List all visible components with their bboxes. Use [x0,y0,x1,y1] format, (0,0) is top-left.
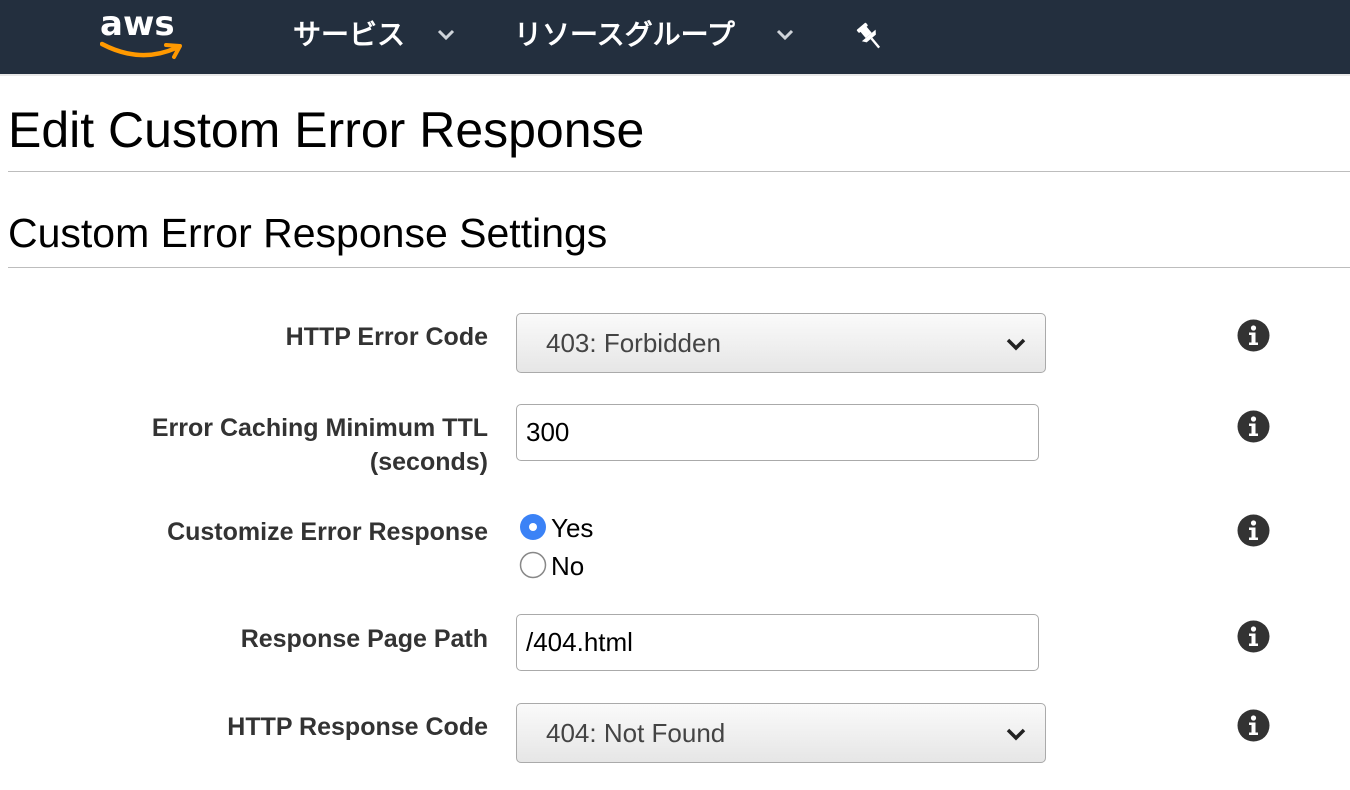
http-error-code-select[interactable]: 403: Forbidden [516,313,1046,373]
customize-no-radio[interactable]: No [519,551,609,585]
info-icon[interactable] [1237,410,1270,443]
title-divider [8,171,1350,172]
response-page-path-label: Response Page Path [240,625,488,653]
http-response-code-label: HTTP Response Code [227,713,488,741]
nav-services-label: サービス [293,18,406,51]
chevron-down-icon [1006,728,1026,741]
page-title: Edit Custom Error Response [8,102,645,158]
http-response-code-select[interactable]: 404: Not Found [516,703,1046,763]
ttl-label-line2: (seconds) [369,448,488,476]
section-title: Custom Error Response Settings [8,210,608,256]
radio-selected-icon [520,514,546,540]
pin-icon[interactable] [855,20,885,54]
section-divider [8,267,1350,268]
ttl-label-line1: Error Caching Minimum TTL [151,414,488,442]
info-icon[interactable] [1237,709,1270,742]
http-response-code-value: 404: Not Found [546,718,726,748]
chevron-down-icon [776,29,794,41]
response-page-path-input[interactable] [516,614,1039,671]
ttl-input[interactable] [516,404,1039,461]
customize-yes-label: Yes [551,513,594,543]
nav-resource-groups-menu[interactable]: リソースグループ [514,17,804,53]
info-icon[interactable] [1237,620,1270,653]
nav-services-menu[interactable]: サービス [293,17,463,53]
http-error-code-label: HTTP Error Code [285,323,488,351]
aws-smile-icon [100,41,182,59]
chevron-down-icon [437,29,455,41]
info-icon[interactable] [1237,319,1270,352]
ttl-label: Error Caching Minimum TTL (seconds) [152,411,488,479]
info-icon[interactable] [1237,514,1270,547]
customize-yes-radio[interactable]: Yes [519,513,609,547]
http-error-code-value: 403: Forbidden [546,328,721,358]
radio-unselected-icon [519,551,547,579]
aws-logo[interactable]: aws [100,4,190,66]
customize-error-response-label: Customize Error Response [167,518,488,546]
chevron-down-icon [1006,338,1026,351]
top-navigation-bar: aws サービス リソースグループ [0,0,1350,76]
customize-no-label: No [551,551,585,581]
nav-resource-groups-label: リソースグループ [514,18,735,51]
